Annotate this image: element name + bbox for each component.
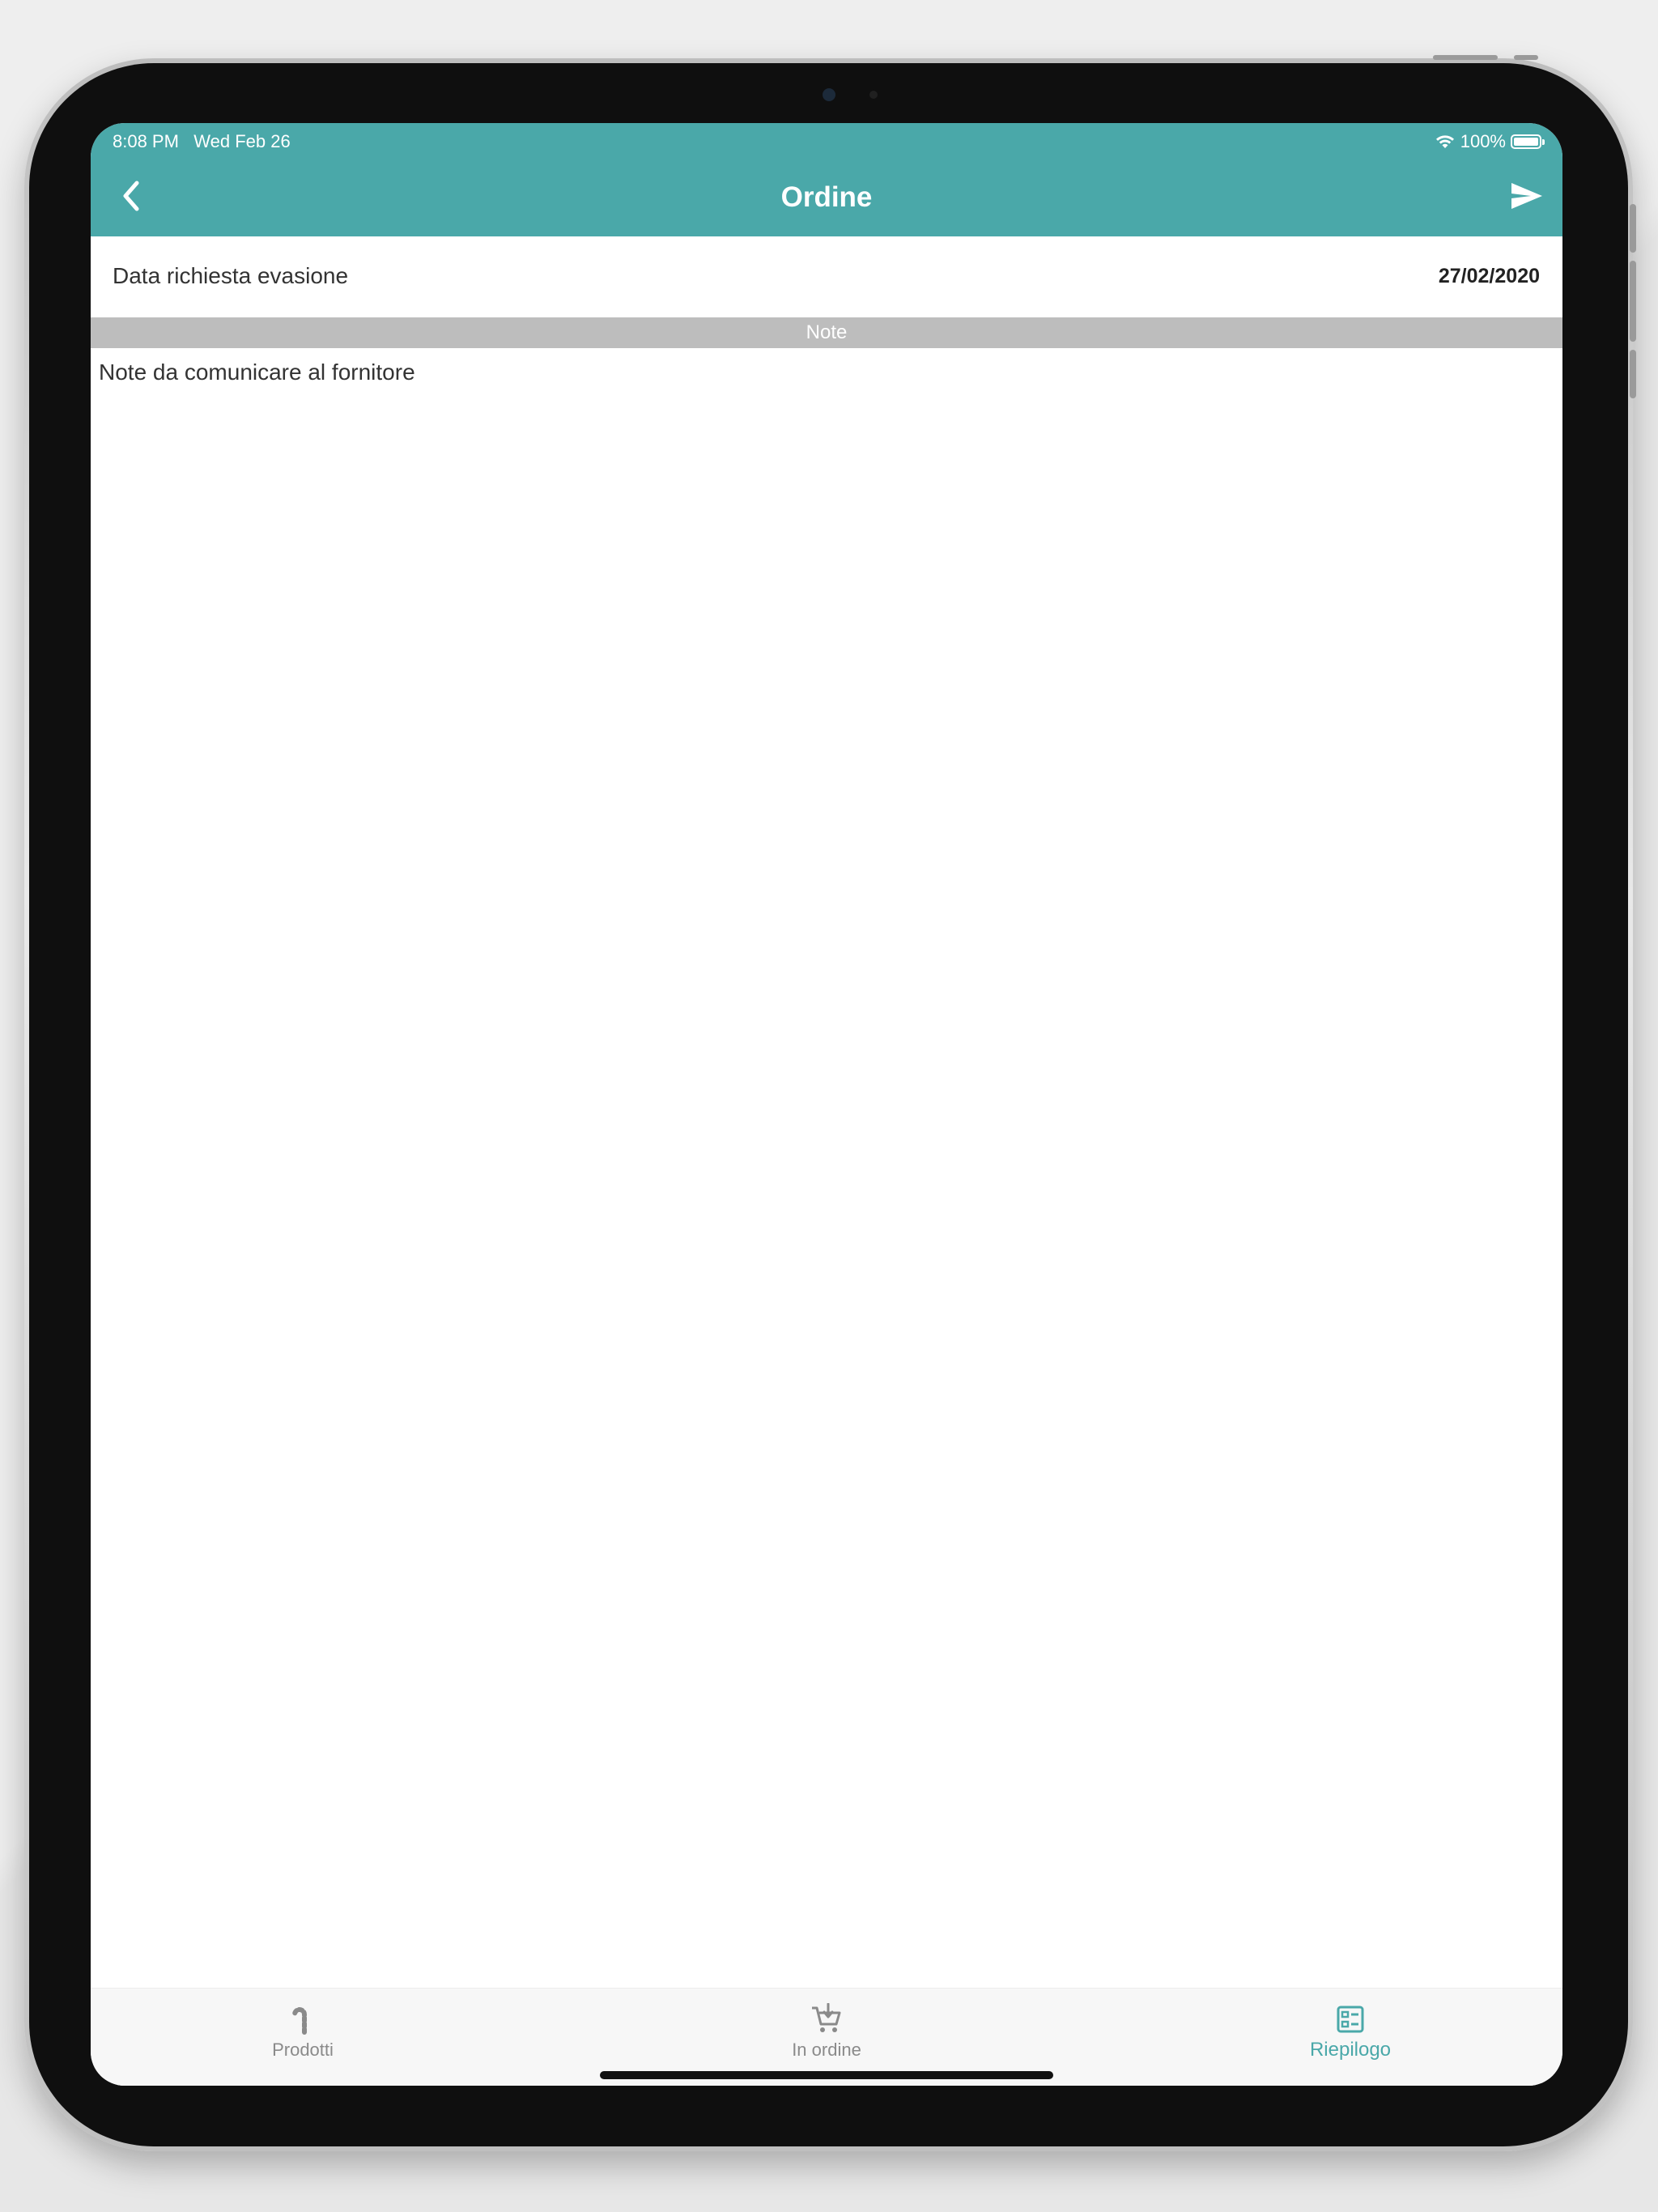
- tab-label-prodotti: Prodotti: [272, 2040, 334, 2060]
- tab-label-riepilogo: Riepilogo: [1309, 2039, 1392, 2061]
- battery-percent: 100%: [1460, 131, 1506, 151]
- battery-level: [1514, 138, 1538, 146]
- summary-icon: [1337, 2006, 1364, 2033]
- send-order-button[interactable]: [1507, 178, 1546, 214]
- ambient-sensor: [869, 91, 878, 99]
- candy-cane-icon: [292, 2007, 307, 2035]
- device-side-button: [1630, 261, 1636, 342]
- tab-prodotti[interactable]: Prodotti: [181, 2003, 424, 2068]
- tab-riepilogo[interactable]: Riepilogo: [1229, 2003, 1472, 2068]
- device-volume-button: [1630, 204, 1636, 253]
- tab-in-ordine[interactable]: In ordine: [705, 2003, 948, 2068]
- status-bar-time: 8:08 PM Wed Feb 26: [113, 130, 291, 154]
- app-screen: 8:08 PM Wed Feb 26 100% Ordine Data rich…: [91, 123, 1562, 2086]
- device-top-button: [1433, 55, 1498, 60]
- page-title: Ordine: [780, 181, 873, 213]
- send-icon: [1511, 183, 1542, 209]
- wifi-icon: [1435, 135, 1454, 148]
- status-bar-right: 100%: [1435, 130, 1545, 154]
- delivery-date-value[interactable]: 27/02/2020: [1439, 261, 1540, 291]
- battery-icon: [1511, 134, 1545, 149]
- tab-label-in-ordine: In ordine: [792, 2040, 861, 2060]
- delivery-date-row[interactable]: Data richiesta evasione 27/02/2020: [91, 236, 1562, 317]
- notes-area: [91, 348, 1562, 1302]
- notes-input[interactable]: [99, 356, 1548, 1287]
- battery-tip: [1542, 139, 1545, 145]
- front-camera: [823, 88, 835, 101]
- device-top-button: [1514, 55, 1538, 60]
- status-time: 8:08 PM: [113, 131, 179, 151]
- app-header: 8:08 PM Wed Feb 26 100% Ordine: [91, 123, 1562, 236]
- notes-section-header: Note: [91, 317, 1562, 348]
- status-date: Wed Feb 26: [193, 131, 291, 151]
- device-side-button: [1630, 350, 1636, 398]
- home-indicator[interactable]: [600, 2071, 1053, 2079]
- cart-download-icon: [812, 2003, 841, 2032]
- delivery-date-label: Data richiesta evasione: [113, 263, 349, 288]
